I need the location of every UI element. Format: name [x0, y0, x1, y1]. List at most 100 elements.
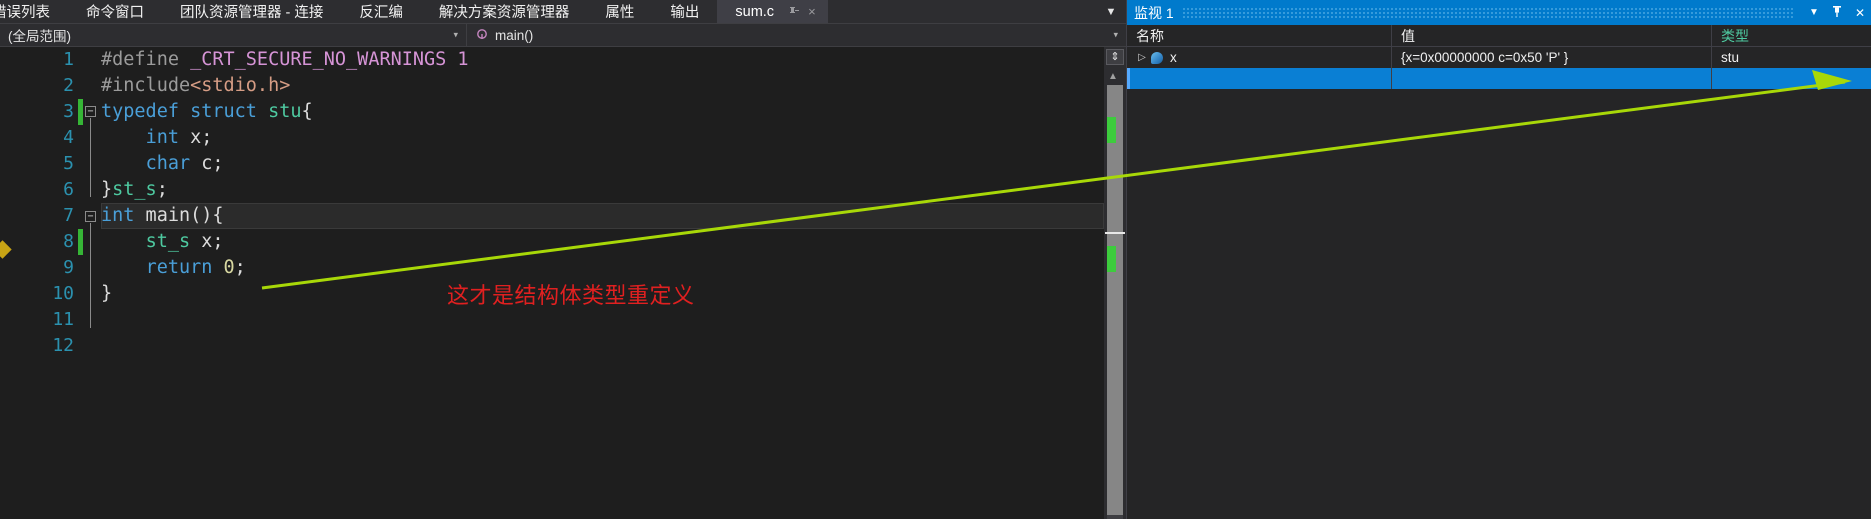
tab-properties[interactable]: 属性 [587, 0, 653, 23]
tab-label: 解决方案资源管理器 [438, 5, 570, 21]
code-line[interactable]: typedef struct stu{ [101, 99, 1104, 125]
tab-label: 输出 [670, 5, 700, 21]
close-icon[interactable]: ✕ [1849, 7, 1871, 19]
watch-value-cell-empty[interactable] [1392, 68, 1712, 89]
code-token: int [145, 127, 179, 148]
line-number: 1 [63, 49, 74, 70]
code-token: main(){ [134, 205, 224, 226]
tab-command-window[interactable]: 命令窗口 [68, 0, 162, 23]
watch-name-cell-empty[interactable] [1127, 68, 1392, 89]
scope-dropdown[interactable]: (全局范围) ▾ [0, 24, 466, 46]
editor-pane: 错误列表 命令窗口 团队资源管理器 - 连接 反汇编 解决方案资源管理器 属性 … [0, 0, 1126, 519]
code-token: 1 [457, 49, 469, 70]
breakpoint-margin[interactable] [0, 47, 20, 519]
line-number: 11 [52, 309, 74, 330]
scrollbar-change-marker [1107, 246, 1116, 272]
code-line[interactable] [101, 307, 1104, 333]
chevron-down-icon[interactable]: ▼ [1096, 0, 1126, 23]
line-number: 7 [63, 205, 74, 226]
scrollbar-thumb[interactable] [1107, 85, 1123, 515]
line-number: 4 [63, 127, 74, 148]
watch-type-cell-empty [1712, 68, 1871, 89]
close-icon[interactable]: × [804, 5, 820, 18]
tab-label: 团队资源管理器 - 连接 [180, 5, 324, 21]
watch-value-cell[interactable]: {x=0x00000000 c=0x50 'P' } [1392, 47, 1712, 68]
line-number: 12 [52, 335, 74, 356]
code-line[interactable]: int main(){ [101, 203, 1104, 229]
outlining-margin[interactable]: − − [83, 47, 99, 519]
chevron-down-icon: ▾ [453, 29, 458, 40]
tab-solution-explorer[interactable]: 解决方案资源管理器 [420, 0, 588, 23]
code-token: ; [234, 257, 246, 278]
code-line[interactable]: int x; [101, 125, 1104, 151]
chevron-right-icon[interactable]: ▷ [1135, 52, 1149, 63]
column-header-name[interactable]: 名称 [1127, 25, 1392, 46]
code-token: typedef [101, 101, 191, 122]
code-token: st_s [145, 231, 191, 252]
tab-output[interactable]: 输出 [652, 0, 718, 23]
split-view-icon[interactable]: ⇕ [1106, 49, 1124, 65]
scrollbar-change-marker [1107, 117, 1116, 143]
watch-name-cell[interactable]: ▷ x [1127, 47, 1392, 68]
tab-sum-c[interactable]: sum.c × [717, 0, 828, 23]
watch-rows[interactable]: ▷ x {x=0x00000000 c=0x50 'P' } stu [1127, 47, 1871, 519]
collapse-toggle-line-3[interactable]: − [85, 106, 96, 117]
watch-window: 监视 1 ▼ ✕ 名称 值 类型 ▷ x {x=0x00000000 c=0x5… [1126, 0, 1871, 519]
chevron-down-icon: ▾ [1113, 29, 1118, 40]
variable-icon [1151, 51, 1163, 64]
watch-window-title: 监视 1 [1134, 4, 1174, 21]
code-line[interactable]: char c; [101, 151, 1104, 177]
watch-column-header-row: 名称 值 类型 [1127, 25, 1871, 47]
line-number: 3 [63, 101, 74, 122]
table-row[interactable] [1127, 68, 1871, 89]
line-number-list: 1 2 3 4 5 6 7 8 9 10 11 12 [52, 47, 74, 359]
code-token: int [101, 205, 135, 226]
scroll-up-arrow-icon[interactable]: ▲ [1108, 71, 1118, 82]
code-line[interactable] [101, 333, 1104, 359]
code-token: char [145, 153, 191, 174]
member-dropdown[interactable]: main() ▾ [466, 24, 1126, 46]
tab-error-list[interactable]: 错误列表 [0, 0, 68, 23]
scrollbar-caret-indicator [1105, 232, 1125, 234]
code-editor-surface[interactable]: 1 2 3 4 5 6 7 8 9 10 11 12 − − #define _CRT_SECURE_… [0, 47, 1126, 519]
code-line[interactable]: st_s x; [101, 229, 1104, 255]
column-header-value[interactable]: 值 [1392, 25, 1712, 46]
scope-value: (全局范围) [8, 29, 71, 44]
code-token: 0 [223, 257, 235, 278]
code-token: stu [268, 101, 302, 122]
watch-window-titlebar[interactable]: 监视 1 ▼ ✕ [1127, 0, 1871, 25]
chevron-down-icon[interactable]: ▼ [1803, 7, 1825, 18]
line-number: 2 [63, 75, 74, 96]
code-token: } [101, 283, 113, 304]
code-token: c; [190, 153, 224, 174]
tab-label: 反汇编 [359, 5, 403, 21]
pin-icon[interactable] [1825, 5, 1849, 20]
member-value: main() [495, 27, 534, 43]
editor-vertical-scrollbar-column[interactable]: ⇕ ▲ [1104, 47, 1126, 519]
code-token: { [301, 101, 313, 122]
code-line[interactable]: }st_s; [101, 177, 1104, 203]
tab-disassembly[interactable]: 反汇编 [341, 0, 421, 23]
line-number: 8 [63, 231, 74, 252]
code-line[interactable]: #define _CRT_SECURE_NO_WARNINGS 1 [101, 47, 1104, 73]
drag-grip[interactable] [1181, 6, 1796, 19]
code-token: return [145, 257, 213, 278]
watch-type-cell: stu [1721, 50, 1740, 65]
tab-team-explorer[interactable]: 团队资源管理器 - 连接 [162, 0, 342, 23]
column-header-type[interactable]: 类型 [1712, 25, 1871, 46]
collapse-toggle-line-7[interactable]: − [85, 211, 96, 222]
tab-label: 属性 [605, 5, 635, 21]
code-token: x; [178, 127, 213, 148]
table-row[interactable]: ▷ x {x=0x00000000 c=0x50 'P' } stu [1127, 47, 1871, 68]
code-line[interactable]: #include<stdio.h> [101, 73, 1104, 99]
watch-variable-name: x [1170, 50, 1177, 65]
pin-icon[interactable] [784, 5, 804, 19]
code-token: _CRT_SECURE_NO_WARNINGS [190, 49, 458, 70]
document-tab-strip: 错误列表 命令窗口 团队资源管理器 - 连接 反汇编 解决方案资源管理器 属性 … [0, 0, 1126, 24]
line-number: 9 [63, 257, 74, 278]
tab-label: sum.c [735, 3, 775, 20]
